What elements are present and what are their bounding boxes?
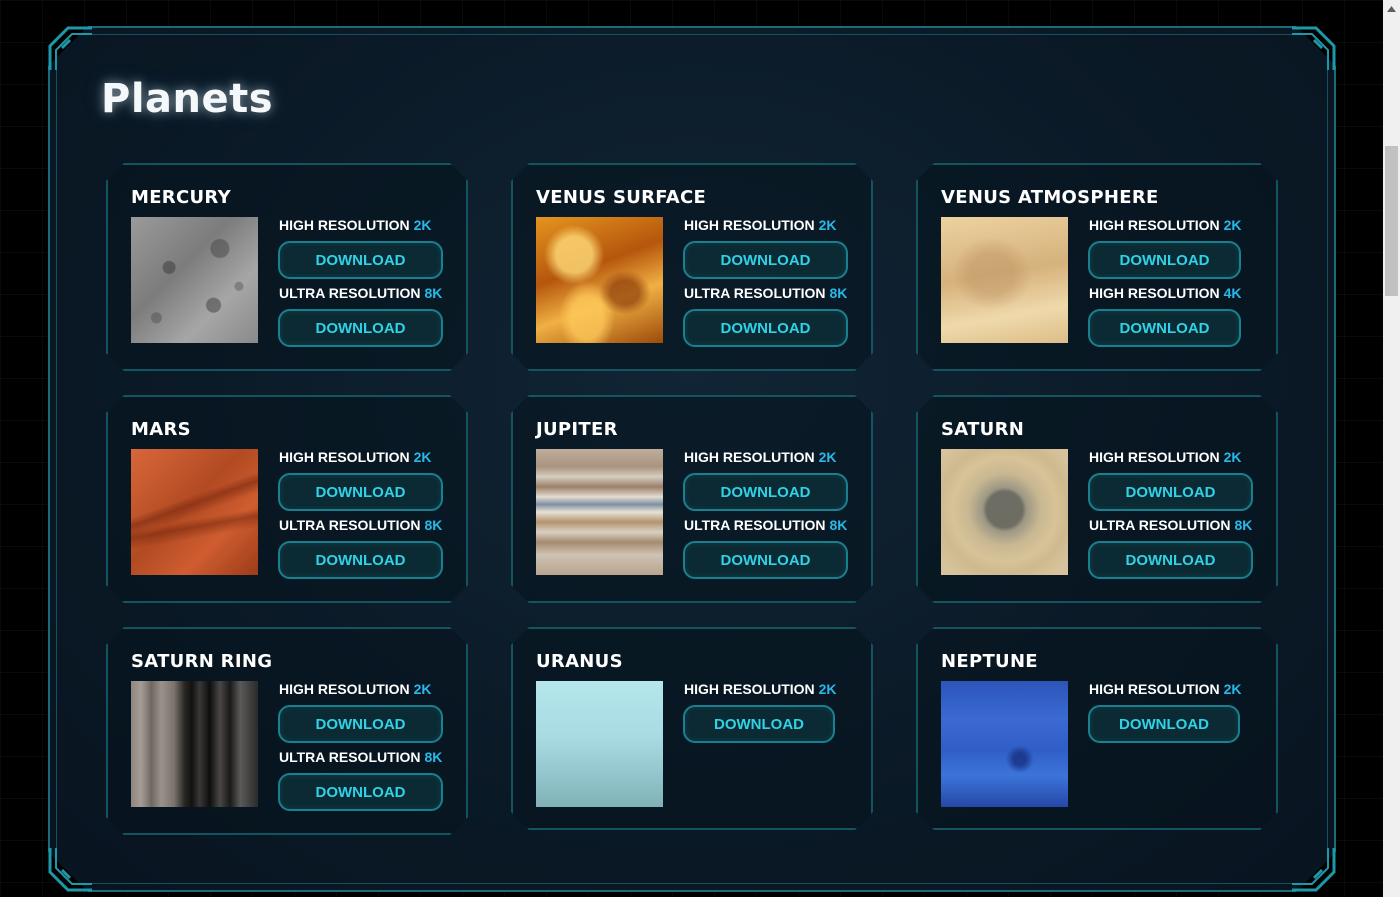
download-button[interactable]: DOWNLOAD (683, 309, 848, 347)
vertical-scrollbar[interactable] (1383, 0, 1400, 897)
resolution-label: ULTRA RESOLUTION 8K (684, 517, 847, 533)
resolution-value: 2K (413, 681, 432, 697)
planet-card-title: VENUS SURFACE (536, 187, 707, 208)
download-button[interactable]: DOWNLOAD (683, 705, 835, 743)
planet-texture-thumbnail (941, 449, 1068, 575)
planet-card-neptune: NEPTUNE HIGH RESOLUTION 2K DOWNLOAD (916, 627, 1278, 830)
planet-card-venus-atmosphere: VENUS ATMOSPHERE HIGH RESOLUTION 2K DOWNLO… (916, 163, 1278, 371)
resolution-value: 8K (424, 285, 443, 301)
resolution-label-text: ULTRA RESOLUTION (279, 285, 421, 301)
planet-card-mars: MARS HIGH RESOLUTION 2K DOWNLOAD ULTRA RESO… (106, 395, 468, 603)
planet-texture-thumbnail (536, 449, 663, 575)
download-button[interactable]: DOWNLOAD (278, 309, 443, 347)
planet-card-saturn: SATURN HIGH RESOLUTION 2K DOWNLOAD ULTRA RE… (916, 395, 1278, 603)
resolution-label-text: HIGH RESOLUTION (279, 681, 410, 697)
resolution-label-text: HIGH RESOLUTION (279, 217, 410, 233)
resolution-label: ULTRA RESOLUTION 8K (1089, 517, 1252, 533)
resolution-value: 8K (424, 749, 443, 765)
resolution-value: 8K (424, 517, 443, 533)
resolution-label: HIGH RESOLUTION 2K (684, 449, 836, 465)
resolution-label: HIGH RESOLUTION 2K (1089, 681, 1241, 697)
resolution-label: ULTRA RESOLUTION 8K (279, 285, 442, 301)
resolution-label-text: HIGH RESOLUTION (1089, 217, 1220, 233)
resolution-value: 8K (829, 517, 848, 533)
planet-card-jupiter: JUPITER HIGH RESOLUTION 2K DOWNLOAD ULTRA R… (511, 395, 873, 603)
resolution-label: ULTRA RESOLUTION 8K (279, 517, 442, 533)
resolution-label: HIGH RESOLUTION 2K (684, 217, 836, 233)
resolution-label: HIGH RESOLUTION 2K (684, 681, 836, 697)
resolution-label: ULTRA RESOLUTION 8K (279, 749, 442, 765)
resolution-value: 8K (829, 285, 848, 301)
download-button[interactable]: DOWNLOAD (1088, 541, 1253, 579)
resolution-label-text: HIGH RESOLUTION (1089, 681, 1220, 697)
resolution-label-text: ULTRA RESOLUTION (279, 517, 421, 533)
resolution-label-text: HIGH RESOLUTION (279, 449, 410, 465)
download-button[interactable]: DOWNLOAD (278, 473, 443, 511)
planet-texture-thumbnail (536, 681, 663, 807)
planet-card-title: SATURN RING (131, 651, 273, 672)
page-title: Planets (101, 76, 274, 122)
planet-card-title: JUPITER (536, 419, 618, 440)
resolution-label: HIGH RESOLUTION 2K (1089, 217, 1241, 233)
planet-card-title: MERCURY (131, 187, 231, 208)
corner-ornament-bottom-right (1290, 846, 1336, 892)
corner-ornament-top-left (48, 26, 94, 72)
resolution-value: 8K (1234, 517, 1253, 533)
planet-texture-thumbnail (131, 449, 258, 575)
planet-texture-thumbnail (536, 217, 663, 343)
planet-card-venus-surface: VENUS SURFACE HIGH RESOLUTION 2K DOWNLOAD U… (511, 163, 873, 371)
download-button[interactable]: DOWNLOAD (683, 241, 848, 279)
download-button[interactable]: DOWNLOAD (683, 473, 848, 511)
planet-card-mercury: MERCURY HIGH RESOLUTION 2K DOWNLOAD ULTRA R… (106, 163, 468, 371)
resolution-value: 2K (1223, 681, 1242, 697)
resolution-value: 2K (818, 449, 837, 465)
planet-texture-thumbnail (941, 681, 1068, 807)
download-button[interactable]: DOWNLOAD (278, 541, 443, 579)
resolution-label: ULTRA RESOLUTION 8K (684, 285, 847, 301)
download-button[interactable]: DOWNLOAD (1088, 309, 1241, 347)
planet-card-saturn-ring: SATURN RING HIGH RESOLUTION 2K DOWNLOAD ULT… (106, 627, 468, 835)
resolution-value: 2K (818, 681, 837, 697)
planet-card-title: SATURN (941, 419, 1025, 440)
planet-texture-thumbnail (941, 217, 1068, 343)
resolution-label-text: HIGH RESOLUTION (1089, 285, 1220, 301)
corner-ornament-top-right (1290, 26, 1336, 72)
download-button[interactable]: DOWNLOAD (278, 705, 443, 743)
resolution-value: 4K (1223, 285, 1242, 301)
download-button[interactable]: DOWNLOAD (683, 541, 848, 579)
download-button[interactable]: DOWNLOAD (278, 773, 443, 811)
scroll-up-arrow-icon[interactable] (1383, 0, 1400, 17)
resolution-value: 2K (818, 217, 837, 233)
resolution-value: 2K (413, 217, 432, 233)
resolution-value: 2K (413, 449, 432, 465)
resolution-label: HIGH RESOLUTION 2K (1089, 449, 1241, 465)
scrollbar-thumb[interactable] (1385, 146, 1398, 296)
resolution-label: HIGH RESOLUTION 2K (279, 449, 431, 465)
resolution-label-text: HIGH RESOLUTION (1089, 449, 1220, 465)
planet-card-title: NEPTUNE (941, 651, 1038, 672)
planet-texture-thumbnail (131, 217, 258, 343)
resolution-label-text: ULTRA RESOLUTION (684, 517, 826, 533)
resolution-label-text: HIGH RESOLUTION (684, 217, 815, 233)
planet-card-title: VENUS ATMOSPHERE (941, 187, 1159, 208)
planet-texture-thumbnail (131, 681, 258, 807)
planet-card-uranus: URANUS HIGH RESOLUTION 2K DOWNLOAD (511, 627, 873, 830)
resolution-value: 2K (1223, 217, 1242, 233)
resolution-label: HIGH RESOLUTION 2K (279, 217, 431, 233)
resolution-label: HIGH RESOLUTION 4K (1089, 285, 1241, 301)
resolution-value: 2K (1223, 449, 1242, 465)
download-button[interactable]: DOWNLOAD (1088, 241, 1241, 279)
resolution-label-text: HIGH RESOLUTION (684, 449, 815, 465)
resolution-label-text: ULTRA RESOLUTION (684, 285, 826, 301)
planet-card-title: URANUS (536, 651, 623, 672)
resolution-label-text: HIGH RESOLUTION (684, 681, 815, 697)
download-button[interactable]: DOWNLOAD (278, 241, 443, 279)
corner-ornament-bottom-left (48, 846, 94, 892)
resolution-label: HIGH RESOLUTION 2K (279, 681, 431, 697)
planet-card-title: MARS (131, 419, 191, 440)
download-button[interactable]: DOWNLOAD (1088, 705, 1240, 743)
resolution-label-text: ULTRA RESOLUTION (279, 749, 421, 765)
download-button[interactable]: DOWNLOAD (1088, 473, 1253, 511)
resolution-label-text: ULTRA RESOLUTION (1089, 517, 1231, 533)
